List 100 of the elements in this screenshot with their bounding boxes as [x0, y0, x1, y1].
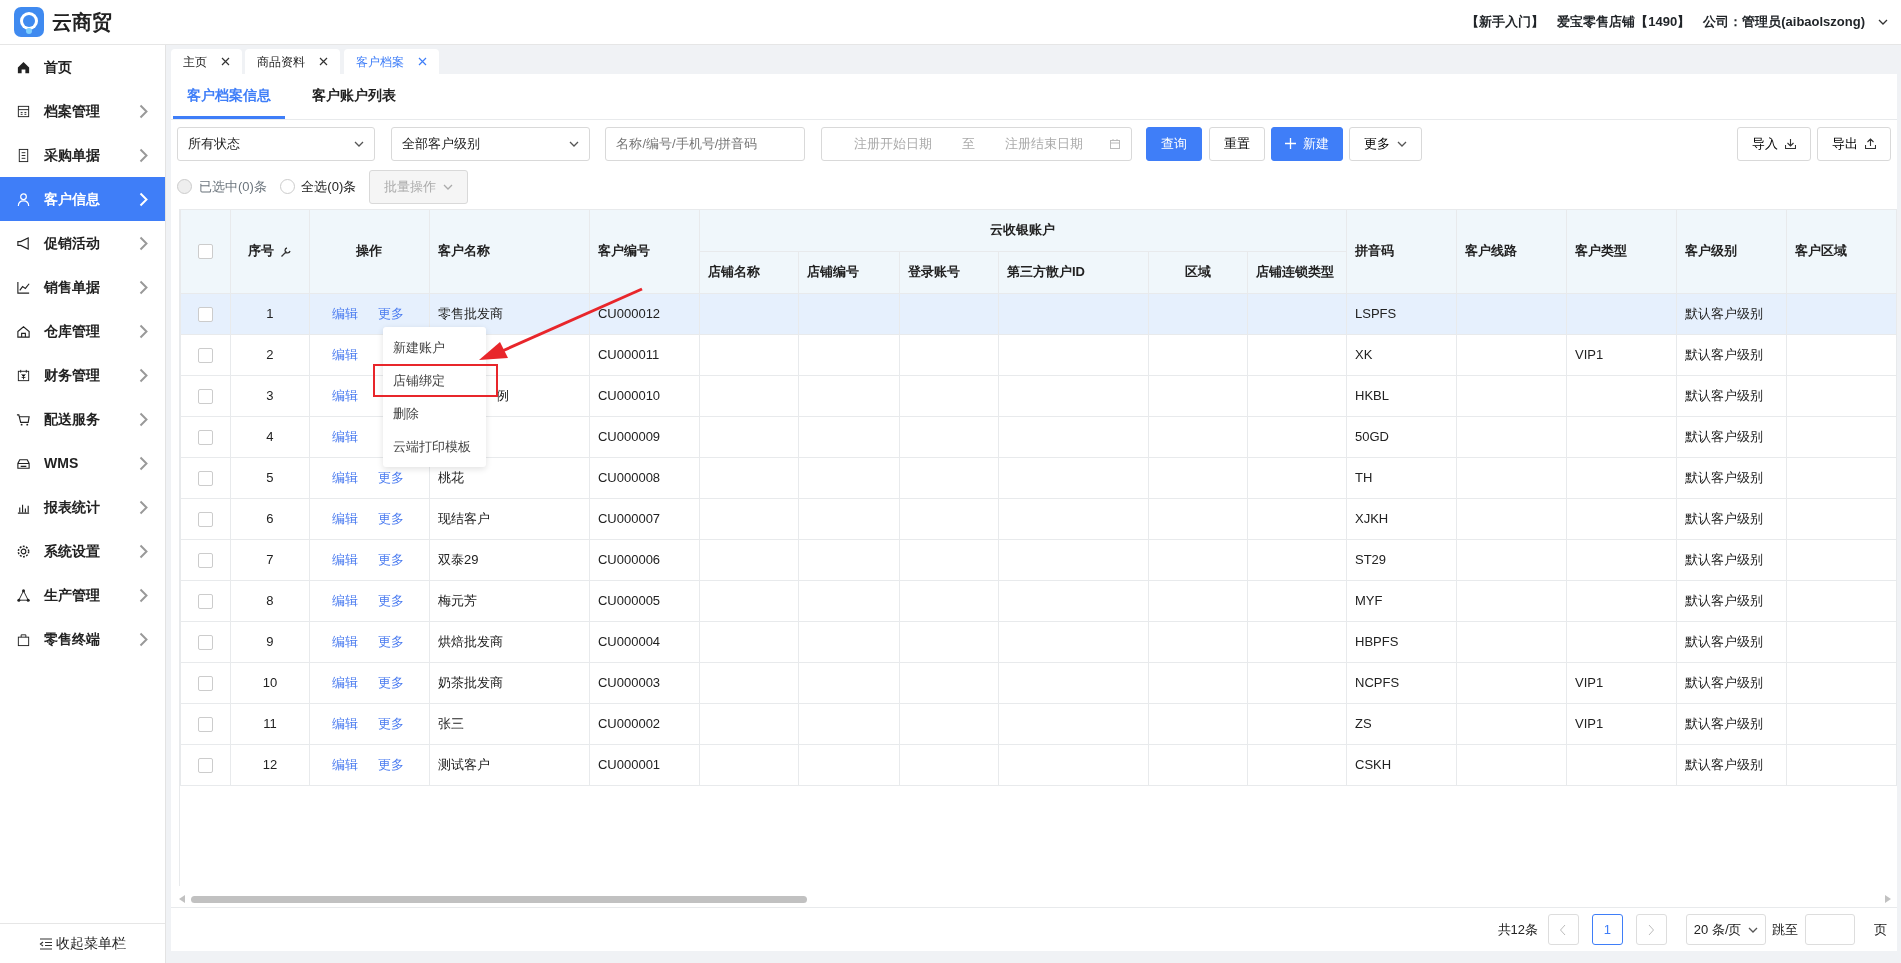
row-checkbox[interactable]: [197, 470, 213, 486]
more-link[interactable]: 更多: [377, 715, 404, 731]
page-size-select[interactable]: 20 条/页: [1686, 914, 1766, 945]
edit-link[interactable]: 编辑: [331, 715, 358, 731]
sidebar-item[interactable]: 报表统计: [0, 485, 165, 529]
edit-link[interactable]: 编辑: [331, 428, 358, 444]
scrollbar-thumb[interactable]: [191, 895, 808, 903]
row-checkbox[interactable]: [197, 511, 213, 527]
row-checkbox[interactable]: [197, 757, 213, 773]
sidebar-item[interactable]: 销售单据: [0, 265, 165, 309]
sidebar-item[interactable]: 档案管理: [0, 89, 165, 133]
sidebar-item[interactable]: 采购单据: [0, 133, 165, 177]
header-link[interactable]: 爱宝零售店铺【1490】: [1557, 12, 1691, 32]
page-tab[interactable]: 主页: [171, 49, 243, 74]
close-icon[interactable]: [221, 57, 231, 66]
row-checkbox[interactable]: [197, 429, 213, 445]
more-link[interactable]: 更多: [377, 469, 404, 485]
sidebar-item[interactable]: 客户信息: [0, 177, 165, 221]
more-link[interactable]: 更多: [377, 551, 404, 567]
row-checkbox[interactable]: [197, 347, 213, 363]
search-field[interactable]: 名称/编号/手机号/拼音码: [605, 126, 806, 161]
page-tab[interactable]: 客户档案: [343, 49, 439, 74]
pinyin-code: 50GD: [1355, 428, 1389, 444]
customer-level: 默认客户级别: [1685, 510, 1763, 526]
page-button[interactable]: 1: [1591, 914, 1623, 945]
edit-link[interactable]: 编辑: [331, 387, 358, 403]
edit-link[interactable]: 编辑: [331, 551, 358, 567]
customer-level: 默认客户级别: [1685, 551, 1763, 567]
customer-name: 张三: [437, 715, 464, 731]
edit-link[interactable]: 编辑: [331, 592, 358, 608]
sidebar-item[interactable]: 零售终端: [0, 617, 165, 661]
more-link[interactable]: 更多: [377, 592, 404, 608]
edit-link[interactable]: 编辑: [331, 469, 358, 485]
menu-item[interactable]: 店铺绑定: [373, 364, 498, 397]
sub-tab[interactable]: 客户档案信息: [172, 74, 285, 119]
more-link[interactable]: 更多: [377, 510, 404, 526]
dropdown-select[interactable]: 全部客户级别: [391, 126, 591, 161]
menu-item[interactable]: 新建账户: [383, 331, 486, 364]
more-link[interactable]: 更多: [377, 305, 404, 321]
edit-link[interactable]: 编辑: [331, 756, 358, 772]
sidebar-item[interactable]: 首页: [0, 45, 165, 89]
customer-name: 双泰29: [437, 551, 479, 567]
edit-link[interactable]: 编辑: [331, 305, 358, 321]
radio-option[interactable]: 全选(0)条: [279, 176, 357, 197]
row-checkbox[interactable]: [197, 388, 213, 404]
row-checkbox[interactable]: [197, 306, 213, 322]
more-dropdown-button[interactable]: 更多: [1349, 126, 1422, 161]
row-checkbox[interactable]: [197, 675, 213, 691]
sidebar-item[interactable]: 仓库管理: [0, 309, 165, 353]
close-icon[interactable]: [319, 57, 329, 66]
dropdown-select[interactable]: 所有状态: [177, 126, 376, 161]
row-number: 10: [262, 674, 278, 690]
customer-level: 默认客户级别: [1685, 346, 1763, 362]
scroll-right-icon[interactable]: [1884, 895, 1891, 903]
previous-page-button[interactable]: [1547, 914, 1579, 945]
customer-code: CU000001: [597, 756, 661, 772]
more-link[interactable]: 更多: [377, 756, 404, 772]
menu-item[interactable]: 删除: [383, 397, 486, 430]
row-checkbox[interactable]: [197, 634, 213, 650]
wrench-icon[interactable]: [279, 245, 292, 258]
page-tab[interactable]: 商品资料: [245, 49, 341, 74]
row-checkbox[interactable]: [197, 593, 213, 609]
more-link[interactable]: 更多: [377, 674, 404, 690]
row-checkbox[interactable]: [197, 716, 213, 732]
sidebar-item[interactable]: 系统设置: [0, 529, 165, 573]
account-menu[interactable]: 公司：管理员(aibaolszong): [1703, 12, 1865, 32]
sidebar-item[interactable]: 生产管理: [0, 573, 165, 617]
customer-code: CU000012: [597, 305, 661, 321]
sidebar-item[interactable]: 财务管理: [0, 353, 165, 397]
row-checkbox[interactable]: [197, 552, 213, 568]
import-button[interactable]: 导入: [1737, 126, 1811, 161]
edit-link[interactable]: 编辑: [331, 674, 358, 690]
edit-link[interactable]: 编辑: [331, 633, 358, 649]
next-page-button[interactable]: [1635, 914, 1667, 945]
pinyin-code: LSPFS: [1355, 305, 1397, 321]
more-link[interactable]: 更多: [377, 633, 404, 649]
sub-tab[interactable]: 客户账户列表: [297, 74, 410, 119]
pinyin-code: NCPFS: [1355, 674, 1400, 690]
pinyin-code: TH: [1355, 469, 1373, 485]
edit-link[interactable]: 编辑: [331, 510, 358, 526]
sidebar-item[interactable]: 配送服务: [0, 397, 165, 441]
sidebar-item[interactable]: WMS: [0, 441, 165, 485]
add-button[interactable]: 新建: [1271, 126, 1343, 161]
collapse-menu-button[interactable]: 收起菜单栏: [0, 923, 165, 963]
header-link[interactable]: 【新手入门】: [1466, 12, 1545, 32]
page-number-field[interactable]: [1804, 914, 1855, 945]
select-all-checkbox[interactable]: [197, 244, 213, 260]
customer-code: CU000010: [597, 387, 661, 403]
export-button[interactable]: 导出: [1817, 126, 1891, 161]
menu-item[interactable]: 云端打印模板: [383, 430, 486, 463]
edit-link[interactable]: 编辑: [331, 346, 358, 362]
scroll-left-icon[interactable]: [178, 895, 185, 903]
bag-icon: [16, 631, 31, 647]
row-number: 6: [266, 510, 274, 526]
button[interactable]: 查询: [1146, 126, 1203, 161]
column-header: 客户线路: [1456, 209, 1567, 293]
sidebar-item[interactable]: 促销活动: [0, 221, 165, 265]
customer-code: CU000003: [597, 674, 661, 690]
pinyin-code: ST29: [1355, 551, 1387, 567]
button[interactable]: 重置: [1208, 126, 1265, 161]
